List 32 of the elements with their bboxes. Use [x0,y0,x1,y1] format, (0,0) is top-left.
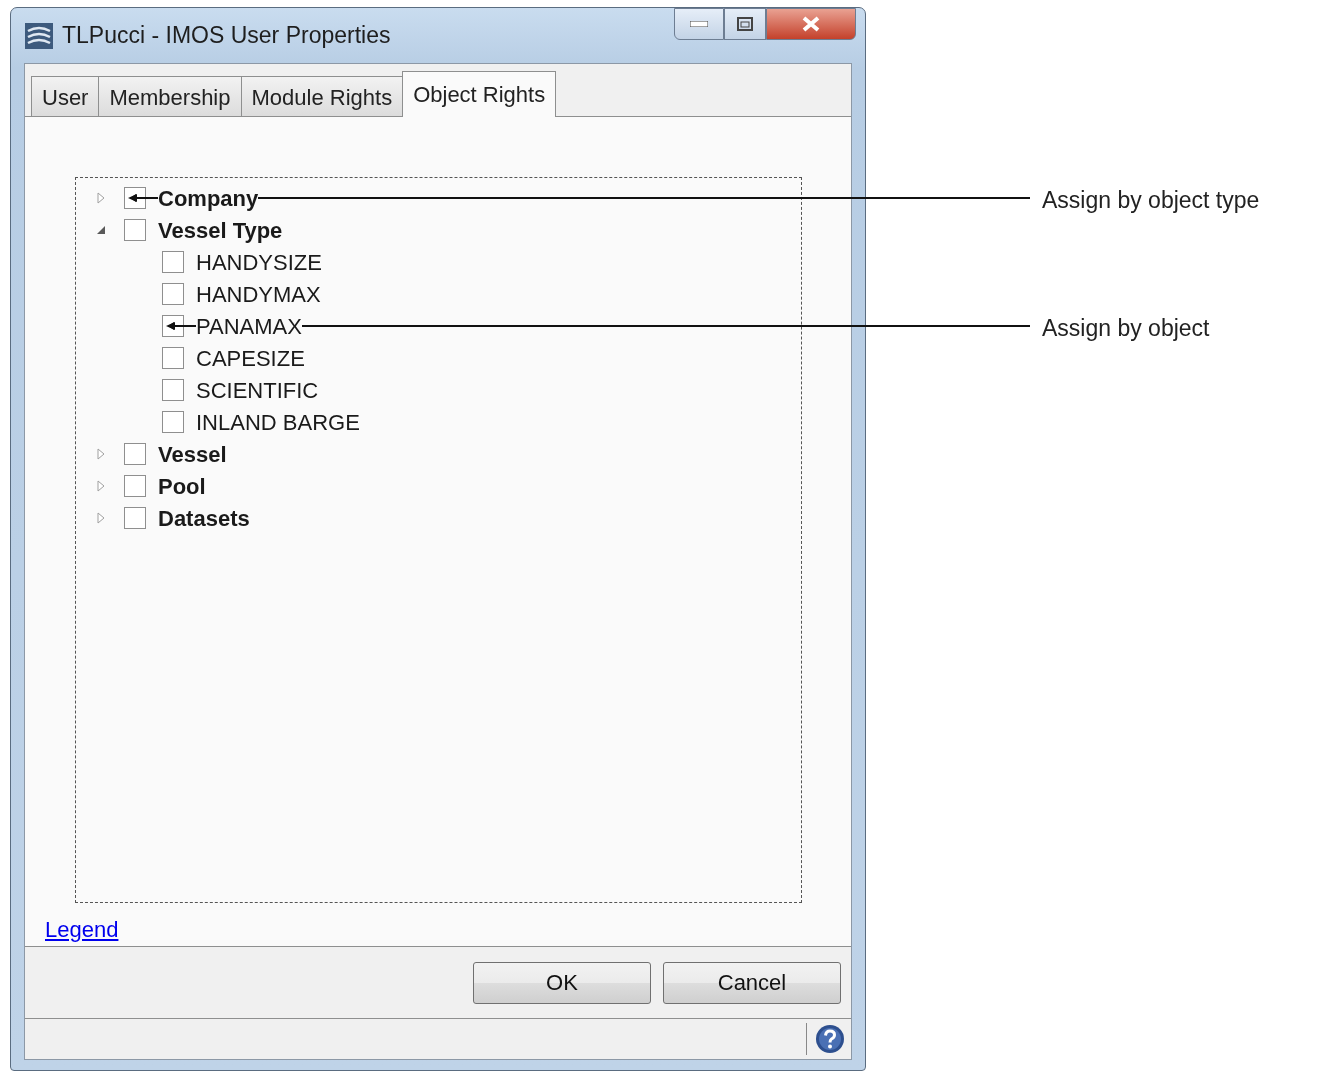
window-title: TLPucci - IMOS User Properties [62,21,391,51]
dialog-button[interactable]: Cancel [663,961,841,1004]
tab[interactable]: User [31,76,100,116]
checkbox[interactable] [124,507,146,529]
checkbox[interactable] [162,283,184,305]
checkbox[interactable] [124,443,146,465]
tab[interactable]: Object Rights [402,71,557,117]
checkbox[interactable] [162,379,184,401]
expand-arrow-icon[interactable] [96,192,106,204]
expand-arrow-icon[interactable] [96,448,106,460]
legend-link[interactable]: Legend [45,913,119,946]
checkbox[interactable] [162,251,184,273]
maximize-button[interactable] [724,8,766,40]
collapse-arrow-icon[interactable] [96,224,106,236]
checkbox[interactable] [124,219,146,241]
close-button[interactable] [766,8,856,40]
help-icon[interactable] [815,1024,845,1054]
checkbox[interactable] [162,411,184,433]
checkbox[interactable] [162,347,184,369]
checkbox[interactable] [124,475,146,497]
expand-arrow-icon[interactable] [96,480,106,492]
app-logo-icon [24,20,54,51]
minimize-icon [690,21,708,27]
tab[interactable]: Module Rights [240,76,404,116]
dialog-button[interactable]: OK [473,961,651,1004]
callout-label: Assign by object type [1042,186,1260,215]
expand-arrow-icon[interactable] [96,512,106,524]
close-icon [802,16,820,32]
minimize-button[interactable] [674,8,724,40]
callout-label: Assign by object [1042,314,1210,343]
maximize-icon [737,17,753,31]
tab[interactable]: Membership [98,76,242,116]
